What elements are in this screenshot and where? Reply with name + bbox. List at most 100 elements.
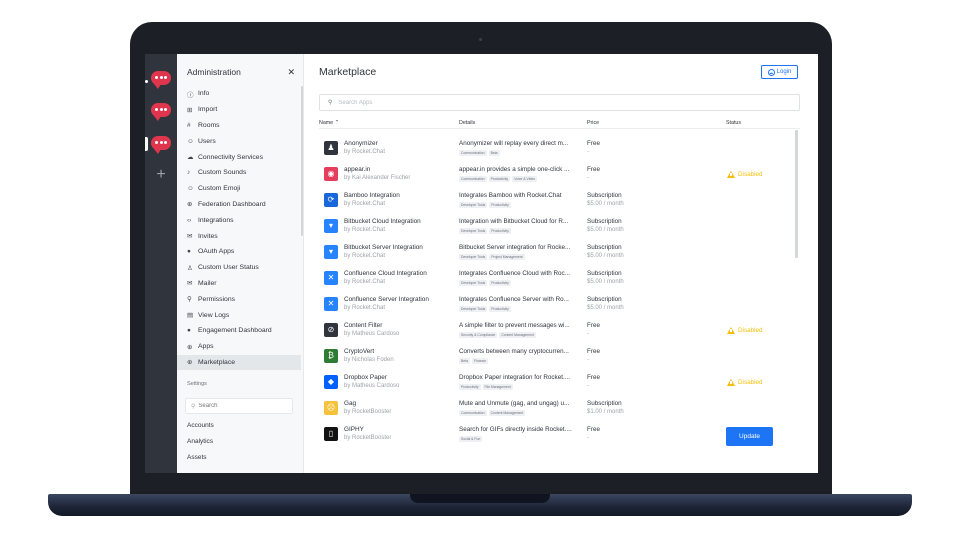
status-badge: Disabled bbox=[727, 379, 763, 386]
table-row[interactable]: ▯ GIPHY by RocketBooster Search for GIFs di… bbox=[319, 424, 791, 450]
settings-search[interactable]: ⚲ bbox=[185, 398, 293, 414]
settings-search-input[interactable] bbox=[198, 403, 289, 409]
nav-icon: # bbox=[187, 121, 191, 129]
nav-icon: ☺ bbox=[187, 137, 194, 145]
app-name: CryptoVert bbox=[344, 348, 375, 355]
app-price: Free bbox=[587, 166, 600, 173]
app-author: by Matheus Cardoso bbox=[344, 383, 400, 389]
table-row[interactable]: ⊘ Content Filter by Matheus Cardoso A simpl… bbox=[319, 320, 791, 346]
table-row[interactable]: ▾ Bitbucket Server Integration by Rocket.C… bbox=[319, 242, 791, 268]
nav-icon: ● bbox=[187, 248, 191, 256]
sidebar-item-label: OAuth Apps bbox=[198, 248, 235, 256]
nav-icon: ⚲ bbox=[187, 296, 192, 304]
app-author: by RocketBooster bbox=[344, 435, 392, 441]
app-name: Anonymizer bbox=[344, 140, 378, 147]
content-filter-icon: ⊘ bbox=[324, 323, 338, 337]
add-server-icon[interactable]: + bbox=[145, 167, 177, 183]
server-2-icon[interactable] bbox=[151, 103, 171, 121]
update-button[interactable]: Update bbox=[726, 427, 773, 446]
table-row[interactable]: ◆ Dropbox Paper by Matheus Cardoso Dropbox … bbox=[319, 372, 791, 398]
sidebar-item-connectivity-services[interactable]: ☁ Connectivity Services bbox=[177, 149, 301, 165]
app-author: by Rocket.Chat bbox=[344, 279, 386, 285]
active-server-indicator bbox=[145, 137, 148, 151]
sidebar-item-import[interactable]: ⊞ Import bbox=[177, 102, 301, 118]
sidebar-item-label: Apps bbox=[198, 343, 214, 351]
table-row[interactable]: ✕ Confluence Server Integration by Rocket.… bbox=[319, 294, 791, 320]
category-tag: Developer Tools bbox=[459, 280, 488, 286]
sidebar-item-custom-sounds[interactable]: ♪ Custom Sounds bbox=[177, 165, 301, 181]
app-detail: appear.in provides a simple one-click ..… bbox=[459, 166, 570, 173]
app-author: by Rocket.Chat bbox=[344, 305, 386, 311]
nav-icon: ♙ bbox=[187, 264, 193, 272]
app-price: Free bbox=[587, 348, 600, 355]
login-button[interactable]: ☁ Login bbox=[761, 65, 798, 79]
table-row[interactable]: ✕ Confluence Cloud Integration by Rocket.C… bbox=[319, 268, 791, 294]
table-row[interactable]: ₿ CryptoVert by Nicholas Foden Converts bet… bbox=[319, 346, 791, 372]
table-scrollbar[interactable] bbox=[795, 130, 798, 258]
sidebar-item-integrations[interactable]: ‹› Integrations bbox=[177, 212, 301, 228]
app-author: by Kai Alexander Fischer bbox=[344, 175, 411, 181]
sidebar-item-view-logs[interactable]: ▤ View Logs bbox=[177, 307, 301, 323]
app-detail: Search for GIFs directly inside Rocket..… bbox=[459, 426, 572, 433]
app-name: Bitbucket Server Integration bbox=[344, 244, 423, 251]
settings-item-assets[interactable]: Assets bbox=[187, 454, 207, 461]
category-tag: Project Management bbox=[489, 254, 525, 260]
sidebar-item-federation-dashboard[interactable]: ⊕ Federation Dashboard bbox=[177, 197, 301, 213]
sidebar-item-label: Connectivity Services bbox=[198, 153, 263, 161]
settings-item-accounts[interactable]: Accounts bbox=[187, 422, 214, 429]
bitbucket-icon: ▾ bbox=[324, 219, 338, 233]
settings-heading: Settings bbox=[187, 381, 207, 387]
table-row[interactable]: ☹ Gag by RocketBooster Mute and Unmute (gag… bbox=[319, 398, 791, 424]
app-tags: Developer Tools Productivity bbox=[459, 280, 511, 286]
sidebar-item-rooms[interactable]: # Rooms bbox=[177, 118, 301, 134]
nav-icon: ⓘ bbox=[187, 91, 194, 99]
app-tags: Beta Finance bbox=[459, 358, 489, 364]
sidebar-item-label: Custom User Status bbox=[198, 264, 259, 272]
sidebar-item-permissions[interactable]: ⚲ Permissions bbox=[177, 291, 301, 307]
sidebar-item-engagement-dashboard[interactable]: ● Engagement Dashboard bbox=[177, 323, 301, 339]
table-row[interactable]: ♟ Anonymizer by Rocket.Chat Anonymizer will… bbox=[319, 138, 791, 164]
sidebar-item-label: View Logs bbox=[198, 311, 230, 319]
app-price: Subscription bbox=[587, 296, 622, 303]
sidebar-item-invites[interactable]: ✉ Invites bbox=[177, 228, 301, 244]
close-icon[interactable]: ✕ bbox=[287, 67, 295, 78]
warning-icon bbox=[727, 379, 735, 386]
sidebar-item-mailer[interactable]: ✉ Mailer bbox=[177, 276, 301, 292]
settings-item-analytics[interactable]: Analytics bbox=[187, 438, 213, 445]
sidebar-item-info[interactable]: ⓘ Info bbox=[177, 86, 301, 102]
admin-sidebar: Administration ✕ ⓘ Info ⊞ Import # Rooms ☺ User… bbox=[177, 54, 304, 473]
sidebar-item-marketplace[interactable]: ⊕ Marketplace bbox=[177, 354, 301, 371]
app-price: Subscription bbox=[587, 244, 622, 251]
laptop-stage: + Administration ✕ ⓘ Info ⊞ Import # Rooms ☺ Us… bbox=[0, 0, 960, 540]
app-tags: Developer Tools Productivity bbox=[459, 306, 511, 312]
nav-icon: ☁ bbox=[187, 154, 194, 162]
sidebar-item-users[interactable]: ☺ Users bbox=[177, 133, 301, 149]
app-name: Bamboo Integration bbox=[344, 192, 400, 199]
sidebar-header: Administration ✕ bbox=[187, 65, 295, 79]
sidebar-scrollbar[interactable] bbox=[301, 86, 303, 236]
nav-icon: ♪ bbox=[187, 169, 191, 177]
app-detail: Integrates Confluence Cloud with Roc... bbox=[459, 270, 570, 277]
sidebar-item-apps[interactable]: ⊕ Apps bbox=[177, 339, 301, 355]
column-name[interactable]: Name ⌃ bbox=[319, 120, 339, 126]
app-name: appear.in bbox=[344, 166, 371, 173]
server-1-icon[interactable] bbox=[151, 71, 171, 89]
category-tag: Beta bbox=[459, 358, 470, 364]
sidebar-item-custom-emoji[interactable]: ☺ Custom Emoji bbox=[177, 181, 301, 197]
anonymizer-icon: ♟ bbox=[324, 141, 338, 155]
app-detail: Converts between many cryptocurren... bbox=[459, 348, 569, 355]
table-row[interactable]: ◉ appear.in by Kai Alexander Fischer appear… bbox=[319, 164, 791, 190]
category-tag: Finance bbox=[471, 358, 489, 364]
apps-search-input[interactable] bbox=[338, 99, 739, 106]
apps-search[interactable]: ⚲ bbox=[319, 94, 800, 111]
sidebar-item-custom-user-status[interactable]: ♙ Custom User Status bbox=[177, 260, 301, 276]
table-row[interactable]: ▾ Bitbucket Cloud Integration by Rocket.Ch… bbox=[319, 216, 791, 242]
category-tag: Productivity bbox=[488, 176, 511, 182]
category-tag: Developer Tools bbox=[459, 202, 488, 208]
sidebar-item-oauth-apps[interactable]: ● OAuth Apps bbox=[177, 244, 301, 260]
table-row[interactable]: ⟳ Bamboo Integration by Rocket.Chat Integra… bbox=[319, 190, 791, 216]
gag-emoji-icon: ☹ bbox=[324, 401, 338, 415]
server-3-icon[interactable] bbox=[151, 136, 171, 154]
nav-icon: ✉ bbox=[187, 280, 193, 288]
login-label: Login bbox=[776, 69, 792, 75]
